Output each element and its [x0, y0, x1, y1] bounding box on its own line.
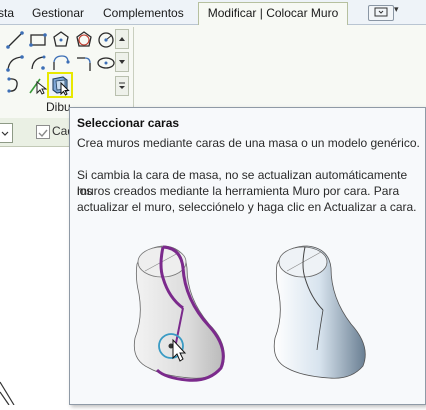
tooltip-pick-faces: Seleccionar caras Crea muros mediante ca…	[69, 107, 426, 405]
start-end-arc-tool[interactable]	[4, 52, 26, 74]
gallery-scroll-down[interactable]	[115, 52, 129, 72]
panel-separator	[133, 27, 134, 115]
tab-vista[interactable]: sta	[0, 3, 14, 24]
minimize-ribbon-icon	[374, 7, 388, 17]
spline-icon	[7, 77, 18, 93]
ellipse-tool[interactable]	[95, 52, 117, 74]
pick-faces-tool[interactable]	[47, 72, 73, 98]
circle-tool[interactable]	[95, 29, 117, 51]
options-dropdown[interactable]	[0, 123, 13, 143]
ribbon-tab-bar: sta Gestionar Complementos Modificar | C…	[0, 0, 426, 26]
mass-before-icon	[133, 245, 225, 382]
tooltip-illustration	[133, 245, 366, 382]
model-edge-lines	[0, 381, 15, 406]
polygon-icon	[53, 31, 69, 47]
center-arc-tool[interactable]	[27, 52, 49, 74]
polygon-tool[interactable]	[50, 29, 72, 51]
gallery-expand-icon	[119, 82, 125, 89]
checkmark-icon	[38, 129, 48, 138]
line-icon	[6, 31, 24, 49]
tangent-arc-icon	[53, 55, 70, 70]
tooltip-description: Crea muros mediante caras de una masa o …	[77, 136, 420, 150]
circumscribed-polygon-icon	[76, 31, 92, 47]
rectangle-icon	[29, 33, 47, 47]
start-end-arc-icon	[6, 55, 24, 72]
fillet-arc-icon	[77, 57, 91, 71]
pick-faces-icon	[52, 76, 70, 96]
gallery-scroll-up[interactable]	[115, 29, 129, 49]
circle-icon	[98, 32, 114, 48]
gallery-expand[interactable]	[115, 76, 129, 96]
tooltip-details-line-3: actualizar el muro, selecciónelo y haga …	[77, 200, 417, 214]
tab-modificar-colocar-muro[interactable]: Modificar | Colocar Muro	[198, 2, 348, 26]
ribbon-display-toggle[interactable]	[368, 5, 394, 21]
pick-lines-tool[interactable]	[27, 74, 49, 96]
fillet-arc-tool[interactable]	[73, 52, 95, 74]
draw-panel-label: Dibu	[46, 100, 71, 114]
chevron-down-icon	[119, 60, 125, 64]
pick-lines-icon	[29, 78, 48, 95]
chevron-up-icon	[119, 37, 125, 41]
tooltip-details-line-2: muros creados mediante la herramienta Mu…	[77, 184, 400, 198]
rectangle-tool[interactable]	[27, 29, 49, 51]
chain-checkbox[interactable]	[36, 125, 50, 139]
circumscribed-polygon-tool[interactable]	[73, 29, 95, 51]
spline-tool[interactable]	[4, 74, 26, 96]
tangent-arc-tool[interactable]	[50, 52, 72, 74]
line-tool[interactable]	[4, 29, 26, 51]
center-arc-icon	[31, 55, 46, 70]
mass-after-icon	[273, 245, 366, 379]
tooltip-title: Seleccionar caras	[77, 116, 180, 130]
ribbon-display-dropdown-icon[interactable]: ▾	[394, 4, 399, 15]
tab-complementos[interactable]: Complementos	[103, 3, 184, 24]
ellipse-icon	[97, 57, 115, 69]
chevron-down-icon	[1, 131, 9, 136]
tab-gestionar[interactable]: Gestionar	[32, 3, 84, 24]
drawing-canvas[interactable]	[0, 147, 70, 406]
